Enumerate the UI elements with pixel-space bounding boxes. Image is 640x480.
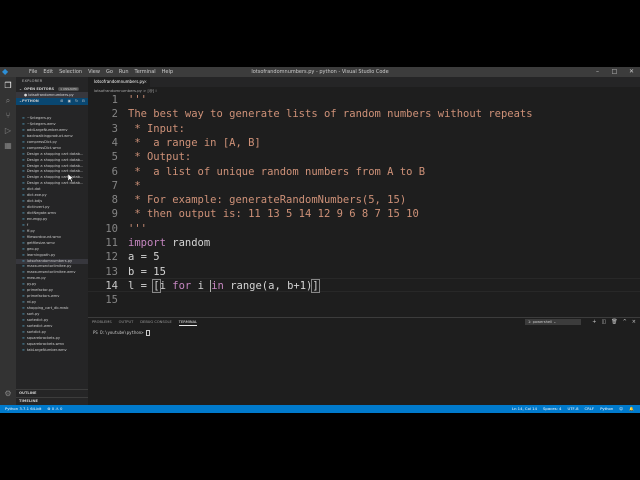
menu-item[interactable]: View <box>85 67 103 77</box>
search-icon[interactable]: ⌕ <box>3 96 13 106</box>
editor-tabs: lotsofrandomnumbers.py × <box>88 77 640 87</box>
menu-item[interactable]: Selection <box>56 67 85 77</box>
source-control-icon[interactable]: ⑂ <box>3 111 13 121</box>
close-icon[interactable]: ✕ <box>623 67 640 77</box>
panel-tab[interactable]: OUTPUT <box>119 319 134 326</box>
run-debug-icon[interactable]: ▷ <box>3 126 13 136</box>
timeline-section[interactable]: TIMELINE <box>16 397 88 405</box>
panel-tabs: PROBLEMS OUTPUT DEBUG CONSOLE TERMINAL <box>92 319 198 326</box>
maximize-panel-icon[interactable]: ^ <box>623 318 627 326</box>
window-controls: – □ ✕ <box>589 67 640 77</box>
menu-bar: File Edit Selection View Go Run Terminal Help <box>26 67 176 77</box>
split-terminal-icon[interactable]: ◫ <box>602 318 607 326</box>
code-line: * Output: <box>128 151 192 164</box>
activity-bar: ❐ ⌕ ⑂ ▷ ▦ ⚙ <box>0 77 16 405</box>
menu-item[interactable]: Go <box>103 67 116 77</box>
panel-tab[interactable]: DEBUG CONSOLE <box>140 319 171 326</box>
line-number: 13 <box>105 265 118 278</box>
code-line: b = 15 <box>128 265 166 278</box>
bell-icon[interactable]: 🔔 <box>629 405 634 413</box>
line-number: 11 <box>105 237 118 249</box>
feedback-icon[interactable]: ☺ <box>619 405 623 413</box>
menu-item[interactable]: Edit <box>40 67 56 77</box>
close-panel-icon[interactable]: × <box>632 318 636 326</box>
chevron-down-icon: ⌄ <box>19 87 23 91</box>
file-tree-item[interactable]: ≡ tabLargeNumber.wmv <box>16 348 88 354</box>
menu-item[interactable]: Run <box>116 67 132 77</box>
terminal-output[interactable]: PS D:\youtube\python> <box>93 330 150 336</box>
status-item[interactable]: Python 3.7.1 64-bit <box>5 405 41 413</box>
code-line: * then output is: 11 13 5 14 12 9 6 8 7 … <box>128 208 419 221</box>
vscode-window: ◆ File Edit Selection View Go Run Terminal Help… <box>0 67 640 413</box>
explorer-icon[interactable]: ❐ <box>3 81 13 91</box>
menu-item[interactable]: Terminal <box>132 67 159 77</box>
status-item[interactable]: UTF-8 <box>567 405 578 413</box>
status-item[interactable]: Ln 14, Col 14 <box>512 405 537 413</box>
terminal-prompt: PS D:\youtube\python> <box>93 330 146 335</box>
title-bar: ◆ File Edit Selection View Go Run Terminal Help… <box>0 67 640 77</box>
folder-label: PYTHON <box>22 99 39 103</box>
line-number: 15 <box>105 294 118 307</box>
line-number: 9 <box>111 208 118 221</box>
close-tab-icon[interactable]: × <box>144 77 147 87</box>
terminal-cursor <box>145 330 150 336</box>
explorer-header: EXPLORER <box>22 79 43 83</box>
line-number: 8 <box>111 194 118 207</box>
file-icon: ≡ <box>22 347 25 352</box>
panel-tools: + ◫ 🗑 ^ × <box>592 318 636 326</box>
code-line: * Input: <box>128 122 185 135</box>
menu-item[interactable]: File <box>26 67 40 77</box>
panel-tab[interactable]: TERMINAL <box>178 319 198 326</box>
code-line: * For example: generateRandomNumbers(5, … <box>128 194 407 207</box>
sidebar-bottom-sections: OUTLINE TIMELINE <box>16 389 88 405</box>
line-number: 3 <box>111 122 118 135</box>
code-line: * a range in [A, B] <box>128 136 261 149</box>
status-right: Ln 14, Col 14 Spaces: 4 UTF-8 CRLF Python ☺ 🔔 <box>512 405 634 413</box>
mouse-pointer-icon <box>68 174 74 182</box>
file-name: enumgg.py <box>26 216 48 221</box>
terminal-select-value: 1: powershell <box>528 320 553 324</box>
line-number: 4 <box>111 136 118 149</box>
code-line: * <box>128 179 141 192</box>
unsaved-badge: 1 UNSAVED <box>58 87 80 91</box>
code-line: import random <box>128 237 211 249</box>
bottom-panel: PROBLEMS OUTPUT DEBUG CONSOLE TERMINAL 1: p… <box>88 317 640 406</box>
minimize-icon[interactable]: – <box>589 67 606 77</box>
panel-tab[interactable]: PROBLEMS <box>92 319 112 326</box>
line-number: 14 <box>105 279 118 292</box>
tab-lotsofrandomnumbers[interactable]: lotsofrandomnumbers.py × <box>88 77 150 87</box>
vscode-logo-icon: ◆ <box>2 67 9 76</box>
line-number: 12 <box>105 251 118 264</box>
line-number: 1 <box>111 94 118 106</box>
status-bar: Python 3.7.1 64-bit ⊗ 0 ⚠ 0 Ln 14, Col 14… <box>0 405 640 413</box>
settings-gear-icon[interactable]: ⚙ <box>3 389 13 399</box>
breadcrumb[interactable]: lotsofrandomnumbers.py > [@] l <box>88 87 640 94</box>
terminal-select[interactable]: 1: powershell ⌄ <box>525 319 581 325</box>
code-line: The best way to generate lists of random… <box>128 108 533 121</box>
outline-section[interactable]: OUTLINE <box>16 389 88 397</box>
code-line: ''' <box>128 222 147 235</box>
status-left: Python 3.7.1 64-bit ⊗ 0 ⚠ 0 <box>5 405 62 413</box>
maximize-icon[interactable]: □ <box>606 67 623 77</box>
line-number: 5 <box>111 151 118 164</box>
line-number: 10 <box>105 222 118 235</box>
code-line: l = [i for i in range(a, b+1)] <box>128 278 320 293</box>
status-item[interactable]: CRLF <box>585 405 595 413</box>
code-editor[interactable]: 1 ''' 2 The best way to generate lists of r… <box>88 94 640 320</box>
line-number: 2 <box>111 108 118 121</box>
new-terminal-icon[interactable]: + <box>592 318 596 326</box>
trash-icon[interactable]: 🗑 <box>611 318 617 326</box>
file-name: tabLargeNumber.wmv <box>26 347 67 352</box>
status-item[interactable]: Python <box>600 405 613 413</box>
code-line: * a list of unique random numbers from A… <box>128 165 426 178</box>
extensions-icon[interactable]: ▦ <box>3 141 13 151</box>
code-line: ''' <box>128 94 147 106</box>
menu-item[interactable]: Help <box>159 67 176 77</box>
code-line: a = 5 <box>128 251 160 264</box>
status-item[interactable]: Spaces: 4 <box>543 405 561 413</box>
status-item[interactable]: ⊗ 0 ⚠ 0 <box>47 405 62 413</box>
tab-label: lotsofrandomnumbers.py <box>94 79 145 84</box>
